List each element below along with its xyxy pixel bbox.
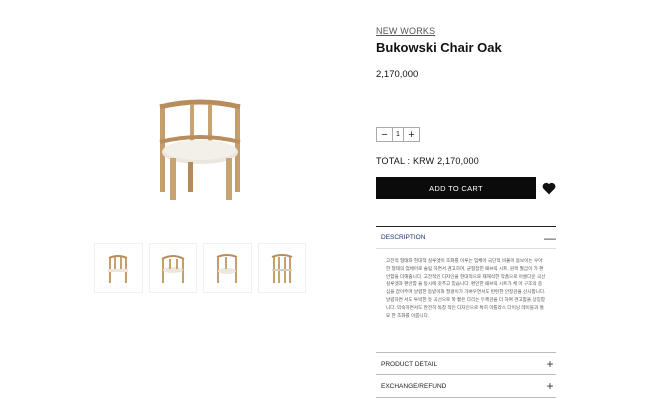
description-text: 고전적 형태와 현대적 실루엣이 조화를 이루는 엄체어 극단적 비율이 돋보이…: [386, 258, 546, 318]
add-to-cart-button[interactable]: ADD TO CART: [376, 177, 536, 199]
product-info: NEW WORKS Bukowski Chair Oak 2,170,000: [376, 26, 556, 80]
plus-icon[interactable]: +: [404, 128, 419, 141]
brand-link[interactable]: NEW WORKS: [376, 26, 556, 36]
description-accordion: DESCRIPTION — 고전적 형태와 현대적 실루엣이 조화를 이루는 엄…: [376, 226, 556, 350]
quantity-value[interactable]: 1: [392, 128, 404, 141]
exchange-refund-header[interactable]: EXCHANGE/REFUND +: [376, 375, 556, 397]
product-detail-header[interactable]: PRODUCT DETAIL +: [376, 353, 556, 375]
product-detail-accordion: PRODUCT DETAIL +: [376, 352, 556, 375]
exchange-refund-accordion: EXCHANGE/REFUND +: [376, 374, 556, 398]
plus-icon[interactable]: +: [544, 358, 556, 370]
chair-image: [159, 99, 241, 200]
thumbnail-2[interactable]: [148, 243, 197, 293]
quantity-stepper: − 1 +: [376, 127, 420, 142]
minus-icon[interactable]: —: [544, 232, 556, 244]
exchange-refund-label: EXCHANGE/REFUND: [381, 382, 447, 390]
thumbnail-4[interactable]: [257, 243, 306, 293]
product-title: Bukowski Chair Oak: [376, 40, 502, 55]
plus-icon[interactable]: +: [544, 380, 556, 392]
product-detail-label: PRODUCT DETAIL: [381, 360, 438, 368]
description-label: DESCRIPTION: [381, 234, 426, 241]
description-header[interactable]: DESCRIPTION —: [376, 227, 556, 249]
thumbnail-strip: [94, 243, 306, 293]
main-product-image[interactable]: [94, 26, 306, 238]
product-price: 2,170,000: [376, 69, 419, 80]
total-price: TOTAL : KRW 2,170,000: [376, 156, 479, 166]
heart-icon[interactable]: [542, 182, 556, 195]
thumbnail-3[interactable]: [203, 243, 252, 293]
minus-icon[interactable]: −: [377, 128, 392, 141]
thumbnail-1[interactable]: [94, 243, 143, 293]
